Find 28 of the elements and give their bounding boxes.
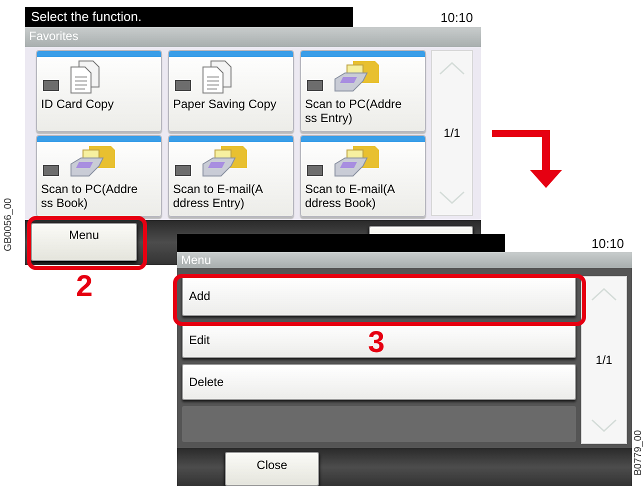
mode-icon xyxy=(307,80,323,91)
clock-time: 10:10 xyxy=(591,236,624,250)
mode-icon xyxy=(175,80,191,91)
section-header: Menu xyxy=(177,252,632,268)
mode-icon xyxy=(307,165,323,176)
favorite-tile[interactable]: Paper Saving Copy xyxy=(168,50,294,132)
step-arrow xyxy=(490,130,562,190)
page-indicator: 1/1 xyxy=(596,353,612,367)
favorite-tile[interactable]: Scan to E-mail(A ddress Book) xyxy=(300,135,426,217)
favorite-tile[interactable]: ID Card Copy xyxy=(36,50,162,132)
mode-icon xyxy=(43,165,59,176)
step-number: 3 xyxy=(368,328,385,358)
screen-title: Select the function. xyxy=(25,7,353,27)
figure-code: B0779_00 xyxy=(633,430,644,476)
clock-time: 10:10 xyxy=(440,10,473,24)
close-button[interactable]: Close xyxy=(225,452,319,486)
menu-item[interactable]: Delete xyxy=(182,364,576,400)
menu-item[interactable]: Add xyxy=(182,276,576,316)
favorite-tile[interactable]: Scan to E-mail(A ddress Entry) xyxy=(168,135,294,217)
step-number: 2 xyxy=(76,272,93,302)
figure-code: GB0056_00 xyxy=(3,198,14,252)
mode-icon xyxy=(175,165,191,176)
menu-button[interactable]: Menu xyxy=(31,223,137,261)
favorite-tile[interactable]: Scan to PC(Addre ss Entry) xyxy=(300,50,426,132)
page-indicator: 1/1 xyxy=(444,126,460,140)
favorite-tile[interactable]: Scan to PC(Addre ss Book) xyxy=(36,135,162,217)
section-header: Favorites xyxy=(25,27,481,47)
mode-icon xyxy=(43,80,59,91)
